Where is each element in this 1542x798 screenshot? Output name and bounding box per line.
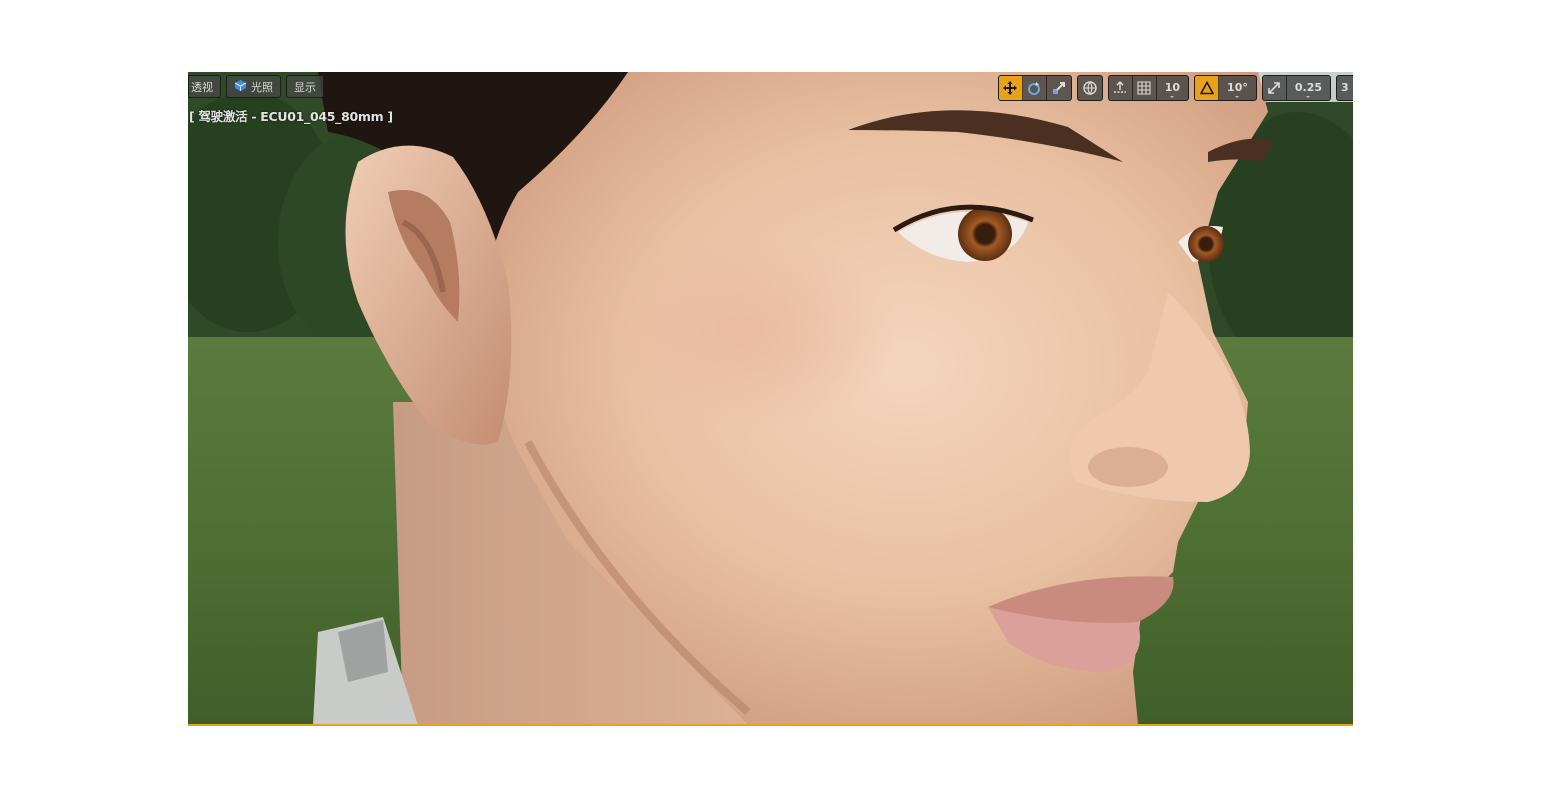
perspective-button[interactable]: 透视	[188, 75, 221, 98]
lighting-label: 光照	[251, 80, 273, 94]
camera-speed-button[interactable]: 3	[1337, 76, 1353, 100]
grid-snap-value[interactable]: 10	[1157, 76, 1188, 100]
rotation-snap-icon[interactable]	[1195, 75, 1220, 100]
show-label: 显示	[294, 80, 316, 94]
rotate-icon[interactable]	[1023, 75, 1047, 100]
world-globe-icon[interactable]	[1078, 76, 1102, 100]
level-viewport[interactable]: 透视 光照 显示 [ 驾驶激活 - ECU01_045_80mm ] 10 10…	[188, 72, 1353, 725]
viewport-render	[188, 72, 1353, 725]
scale-icon[interactable]	[1047, 76, 1071, 100]
grid-snap-group: 10	[1107, 74, 1190, 101]
rotation-snap-group: 10°	[1194, 74, 1257, 101]
transform-mode-group	[997, 74, 1072, 101]
camera-speed-group: 3	[1336, 74, 1353, 101]
lighting-mode-button[interactable]: 光照	[226, 75, 281, 98]
viewport-toolbar-right: 10 10° 0.25 3	[993, 74, 1353, 101]
grid-snap-icon[interactable]	[1133, 75, 1157, 100]
surface-snap-icon[interactable]	[1109, 75, 1133, 100]
camera-speed-label: 3	[1341, 81, 1349, 94]
pilot-camera-label: [ 驾驶激活 - ECU01_045_80mm ]	[189, 109, 393, 124]
show-flags-button[interactable]: 显示	[286, 75, 324, 98]
rotation-snap-value[interactable]: 10°	[1219, 76, 1256, 100]
viewport-active-border	[188, 724, 1353, 726]
coordinate-system-group	[1076, 74, 1103, 101]
perspective-label: 透视	[191, 80, 213, 94]
scale-snap-group: 0.25	[1261, 74, 1331, 101]
scale-snap-value[interactable]: 0.25	[1287, 76, 1330, 100]
viewport-toolbar-left: 透视 光照 显示	[188, 75, 324, 99]
lighting-cube-icon	[234, 79, 247, 95]
scale-snap-icon[interactable]	[1263, 75, 1287, 100]
translate-icon[interactable]	[998, 75, 1023, 100]
